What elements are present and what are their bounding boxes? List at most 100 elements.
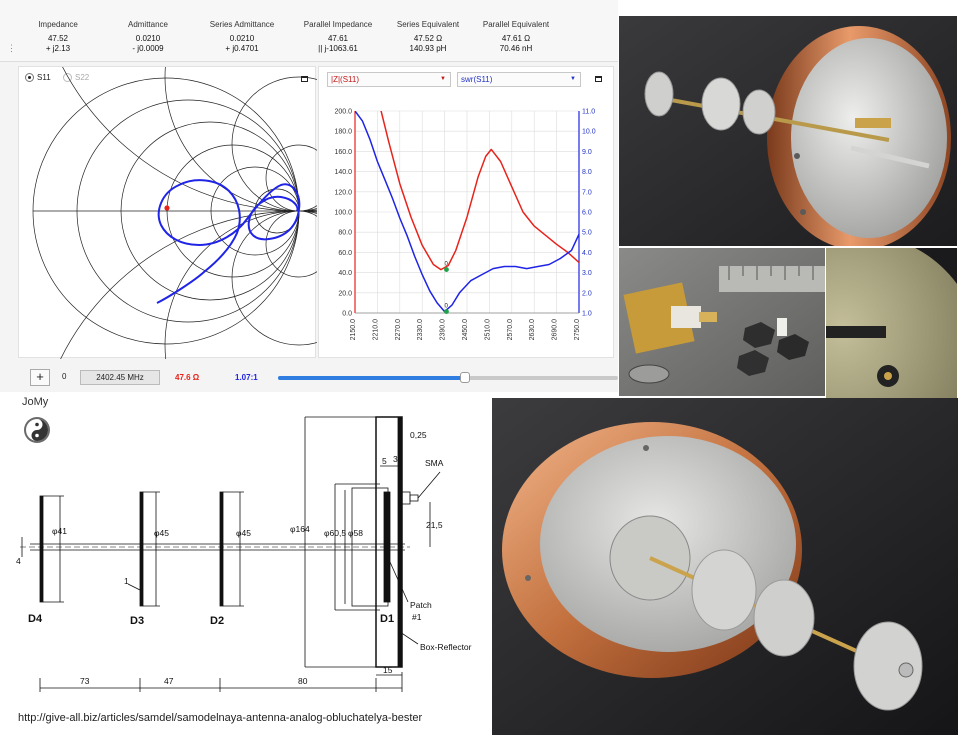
impedance-column: Impedance 47.52 + j2.13 — [8, 20, 108, 54]
label-patch: Patch — [410, 600, 432, 610]
drag-handle-icon[interactable]: ⋮ — [7, 43, 16, 54]
technical-drawing: JoMy D4 D3 D2 D1 φ41 φ45 φ45 φ164 φ60,5 … — [0, 392, 490, 710]
label-d3: D3 — [130, 615, 144, 627]
measurement-header: Impedance 47.52 + j2.13 Admittance 0.021… — [0, 0, 618, 62]
smith-reactance-circle — [231, 210, 317, 346]
x-tick-label: 2570.0 — [507, 319, 514, 341]
label-d1: D1 — [380, 613, 394, 625]
label-d2: D2 — [210, 615, 224, 627]
y-right-tick-label: 1.0 — [582, 311, 592, 318]
label-box-reflector: Box-Reflector — [420, 642, 472, 652]
column-value: 47.52 Ω — [413, 34, 443, 43]
label-patch-number: #1 — [412, 612, 422, 622]
smith-reactance-circle — [231, 76, 317, 212]
slider-handle[interactable] — [460, 372, 470, 383]
antenna-side-illustration — [619, 16, 957, 246]
y-right-tick-label: 7.0 — [582, 189, 592, 196]
x-tick-label: 2630.0 — [529, 319, 536, 341]
x-tick-label: 2510.0 — [484, 319, 491, 341]
chart-marker-label: 0 — [444, 262, 448, 268]
y-left-tick-label: 160.0 — [334, 149, 352, 156]
column-value: 140.93 pH — [409, 44, 447, 53]
label-dim47: 47 — [164, 676, 174, 686]
column-value: 0.0210 — [135, 34, 161, 43]
marker-toolbar: + 0 2402.45 MHz 47.6 Ω 1.07:1 — [18, 362, 618, 392]
x-tick-label: 2390.0 — [440, 319, 447, 341]
label-phi41: φ41 — [52, 526, 67, 536]
yin-yang-logo-icon — [24, 417, 50, 443]
column-value: 70.46 nH — [499, 44, 533, 53]
y-left-tick-label: 40.0 — [338, 270, 352, 277]
marker-impedance: 47.6 Ω — [175, 373, 200, 382]
smith-chart-pane: S11 S22 — [18, 66, 317, 359]
column-value: - j0.0009 — [132, 44, 164, 53]
y-left-tick-label: 60.0 — [338, 250, 352, 257]
smith-reactance-circle — [60, 210, 317, 359]
marker-slider[interactable] — [278, 372, 618, 383]
label-phi60: φ60,5 — [324, 528, 346, 538]
y-right-tick-label: 4.0 — [582, 250, 592, 257]
marker-swr: 1.07:1 — [235, 373, 258, 382]
photo-antenna-side — [619, 16, 957, 246]
column-title: Admittance — [127, 20, 169, 29]
parallel-impedance-column: Parallel Impedance 47.61 || j-1063.61 — [288, 20, 388, 54]
label-phi45a: φ45 — [154, 528, 169, 538]
label-dim4: 4 — [16, 556, 21, 566]
label-phi58: φ58 — [348, 528, 363, 538]
smith-reactance-circle — [265, 210, 317, 278]
sma-parts-illustration — [619, 248, 825, 396]
label-dim15: 15 — [383, 665, 393, 675]
x-tick-label: 2150.0 — [350, 319, 357, 341]
y-right-tick-label: 8.0 — [582, 169, 592, 176]
x-tick-label: 2750.0 — [574, 319, 581, 341]
column-title: Series Equivalent — [396, 20, 460, 29]
smith-marker — [164, 205, 170, 211]
y-left-tick-label: 140.0 — [334, 169, 352, 176]
column-value: 47.52 — [47, 34, 69, 43]
y-right-tick-label: 9.0 — [582, 149, 592, 156]
drawing-canvas: D4 D3 D2 D1 φ41 φ45 φ45 φ164 φ60,5 φ58 0… — [16, 416, 472, 692]
label-dim73: 73 — [80, 676, 90, 686]
marker-frequency-field[interactable]: 2402.45 MHz — [80, 370, 160, 385]
x-tick-label: 2210.0 — [372, 319, 379, 341]
source-url: http://give-all.biz/articles/samdel/samo… — [18, 712, 423, 724]
x-tick-label: 2330.0 — [417, 319, 424, 341]
y-left-tick-label: 180.0 — [334, 129, 352, 136]
column-value: + j2.13 — [45, 44, 71, 53]
column-title: Impedance — [38, 20, 78, 29]
column-value: || j-1063.61 — [318, 44, 358, 53]
label-phi164: φ164 — [290, 524, 310, 534]
chart-marker-point — [444, 267, 449, 272]
swr-impedance-chart: 2150.0 2210.0 2270.0 2330.0 2390.0 2450.0 2510… — [334, 109, 596, 341]
series-equivalent-column: Series Equivalent 47.52 Ω 140.93 pH — [378, 20, 478, 54]
smith-s11-trace — [156, 179, 301, 304]
admittance-column: Admittance 0.0210 - j0.0009 — [98, 20, 198, 54]
y-left-tick-label: 20.0 — [338, 290, 352, 297]
label-d4: D4 — [28, 613, 43, 625]
column-title: Parallel Impedance — [303, 20, 373, 29]
label-dim3: 3 — [393, 454, 398, 464]
column-title: Parallel Equivalent — [482, 20, 550, 29]
y-right-tick-label: 6.0 — [582, 210, 592, 217]
column-value: + j0.4701 — [225, 44, 259, 53]
vna-analyzer-window: Impedance 47.52 + j2.13 Admittance 0.021… — [0, 0, 618, 392]
y-left-tick-label: 200.0 — [334, 109, 352, 116]
x-tick-label: 2270.0 — [395, 319, 402, 341]
label-dim80: 80 — [298, 676, 308, 686]
y-right-tick-label: 5.0 — [582, 230, 592, 237]
label-sma: SMA — [425, 458, 444, 468]
y-right-tick-label: 10.0 — [582, 129, 596, 136]
antenna-front-illustration — [492, 398, 958, 735]
marker-index: 0 — [62, 372, 67, 381]
y-right-tick-label: 11.0 — [582, 109, 595, 116]
y-right-tick-label: 3.0 — [582, 270, 592, 277]
y-right-tick-label: 2.0 — [582, 290, 592, 297]
parallel-equivalent-column: Parallel Equivalent 47.61 Ω 70.46 nH — [466, 20, 566, 54]
add-marker-button[interactable]: + — [30, 369, 50, 386]
y-left-tick-label: 0.0 — [342, 311, 352, 318]
column-value: 0.0210 — [229, 34, 255, 43]
column-value: 47.61 Ω — [501, 34, 531, 43]
column-value: 47.61 — [327, 34, 349, 43]
y-left-tick-label: 80.0 — [338, 230, 352, 237]
label-dim025: 0,25 — [410, 430, 427, 440]
